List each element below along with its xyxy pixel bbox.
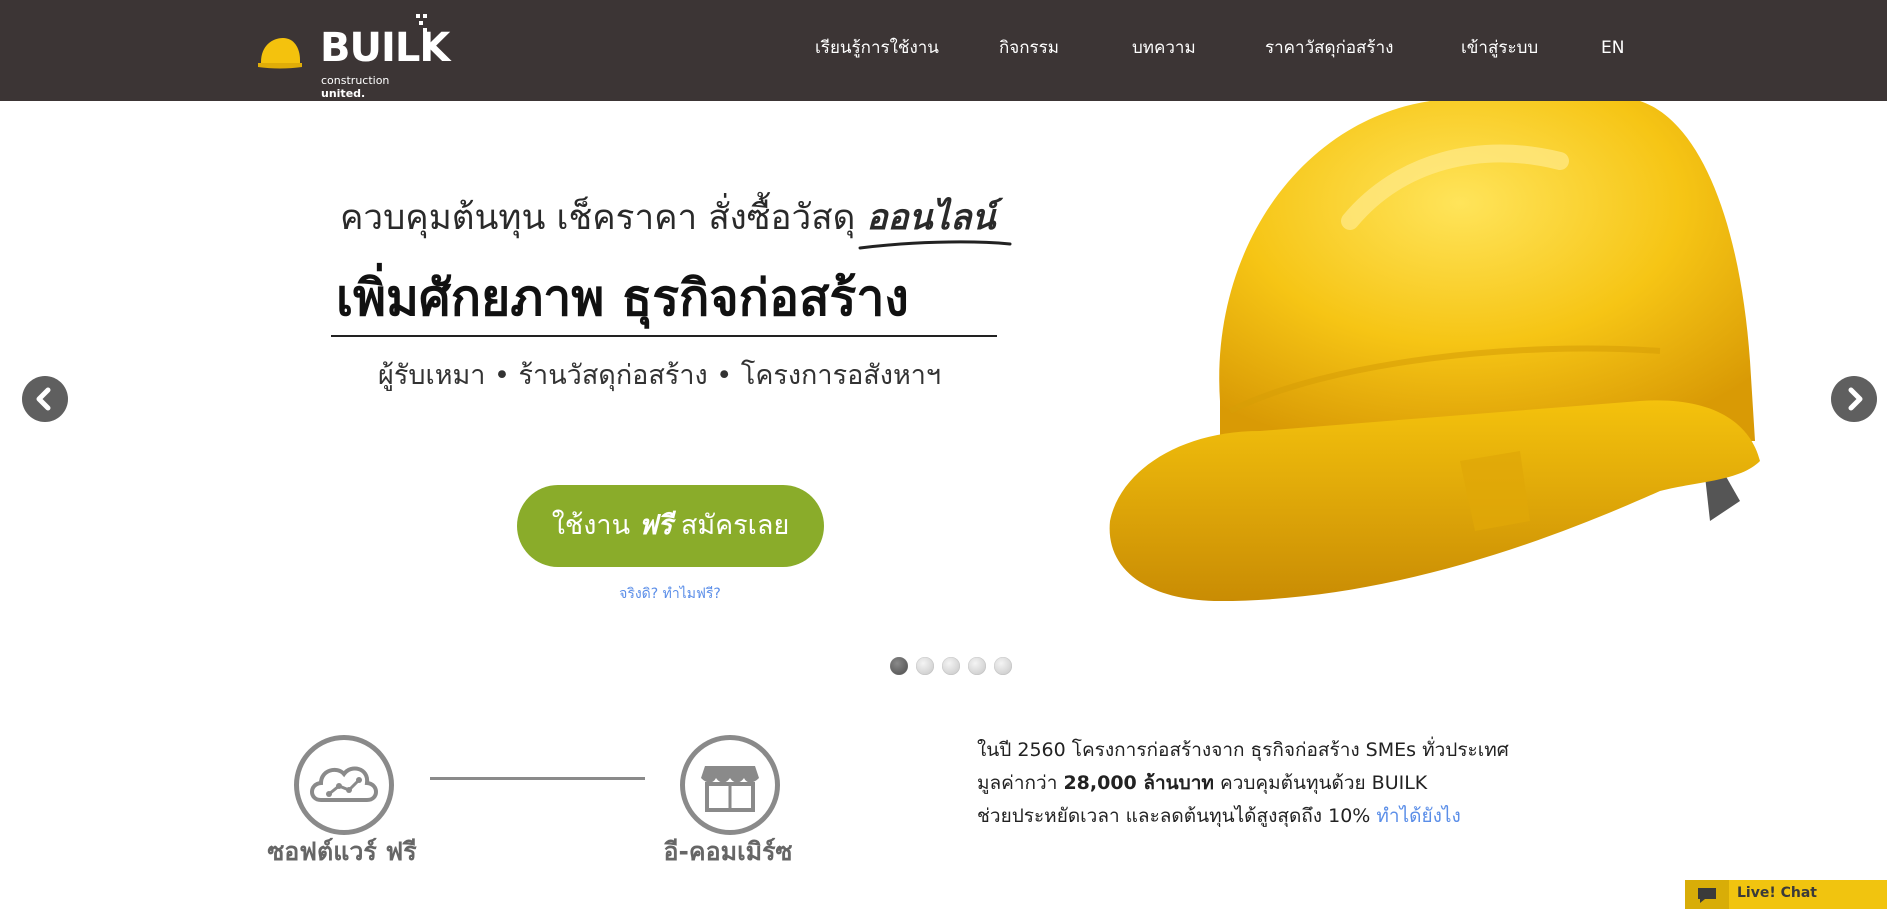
nav-item-language-en[interactable]: EN <box>1601 36 1624 60</box>
stats-line-2-pre: มูลค่ากว่า <box>977 772 1058 794</box>
builk-logo[interactable]: BUILK construction united. <box>258 14 450 100</box>
logo-tagline: construction united. <box>321 74 428 100</box>
chevron-right-icon <box>1848 387 1863 411</box>
slider-dot-5[interactable] <box>994 657 1012 675</box>
hero-tagline-main: ควบคุมต้นทุน เช็คราคา สั่งซื้อวัสดุ <box>340 198 856 238</box>
stats-line-3: ช่วยประหยัดเวลา และลดต้นทุนได้สูงสุดถึง … <box>977 800 1509 833</box>
hard-hat-image <box>1109 101 1760 601</box>
logo-tagline-suffix: united. <box>321 87 366 100</box>
stats-value: 28,000 ล้านบาท <box>1063 772 1214 794</box>
slider-dot-3[interactable] <box>942 657 960 675</box>
slider-dot-2[interactable] <box>916 657 934 675</box>
swoosh-underline-icon <box>858 240 1012 250</box>
stats-line-1: ในปี 2560 โครงการก่อสร้างจาก ธุรกิจก่อสร… <box>977 739 1509 761</box>
stats-line-2-post: ควบคุมต้นทุนด้วย BUILK <box>1219 772 1428 794</box>
how-it-works-link[interactable]: ทำได้ยังไง <box>1376 805 1460 827</box>
cta-label-free: ฟรี <box>638 510 673 541</box>
nav-item-activities[interactable]: กิจกรรม <box>999 36 1059 60</box>
nav-item-learn[interactable]: เรียนรู้การใช้งาน <box>815 36 939 60</box>
chevron-left-icon <box>36 387 51 411</box>
live-chat-label: Live! Chat <box>1737 885 1817 901</box>
software-feature-circle <box>294 735 394 835</box>
hero-headline: เพิ่มศักยภาพ ธุรกิจก่อสร้าง <box>336 266 909 330</box>
nav-item-material-prices[interactable]: ราคาวัสดุก่อสร้าง <box>1265 36 1393 60</box>
live-chat-button[interactable]: Live! Chat <box>1685 880 1887 909</box>
hero-tagline-online: ออนไลน์ <box>866 198 996 238</box>
signup-free-button[interactable]: ใช้งาน ฟรี สมัครเลย <box>517 485 824 567</box>
cta-label-use: ใช้งาน <box>551 510 631 541</box>
cta-label-signup: สมัครเลย <box>680 510 790 541</box>
stats-line-2: มูลค่ากว่า 28,000 ล้านบาท ควบคุมต้นทุนด้… <box>977 767 1509 800</box>
chat-bubble-icon <box>1685 880 1729 909</box>
why-free-link[interactable]: จริงดิ? ทำไมฟรี? <box>570 583 770 605</box>
helmet-logo-icon <box>258 38 302 69</box>
hero-headline-part1: เพิ่มศักยภาพ <box>336 269 605 327</box>
slider-prev-button[interactable] <box>22 376 68 422</box>
logo-tagline-prefix: construction <box>321 74 390 87</box>
logo-wordmark: BUILK <box>320 25 450 71</box>
hero-headline-part2: ธุรกิจก่อสร้าง <box>621 269 909 327</box>
slider-next-button[interactable] <box>1831 376 1877 422</box>
feature-label-software: ซอฟต์แวร์ ฟรี <box>267 837 417 866</box>
hero-subline: ผู้รับเหมา • ร้านวัสดุก่อสร้าง • โครงการ… <box>378 360 942 391</box>
slider-dot-4[interactable] <box>968 657 986 675</box>
nav-item-articles[interactable]: บทความ <box>1132 36 1196 60</box>
ecommerce-feature-circle <box>680 735 780 835</box>
logo-dots-icon <box>416 14 427 32</box>
storefront-icon <box>701 766 759 812</box>
slider-dot-1[interactable] <box>890 657 908 675</box>
top-navbar: BUILK construction united. เรียนรู้การใช… <box>0 0 1887 101</box>
headline-divider <box>331 335 997 337</box>
stats-line-3-text: ช่วยประหยัดเวลา และลดต้นทุนได้สูงสุดถึง … <box>977 805 1371 827</box>
cloud-chart-icon <box>310 766 378 802</box>
feature-label-ecommerce: อี-คอมเมิร์ซ <box>663 837 793 866</box>
feature-connector-line <box>430 777 645 780</box>
stats-paragraph: ในปี 2560 โครงการก่อสร้างจาก ธุรกิจก่อสร… <box>977 734 1509 833</box>
nav-item-login[interactable]: เข้าสู่ระบบ <box>1461 36 1538 60</box>
hero-tagline: ควบคุมต้นทุน เช็คราคา สั่งซื้อวัสดุ ออนไ… <box>340 195 995 241</box>
